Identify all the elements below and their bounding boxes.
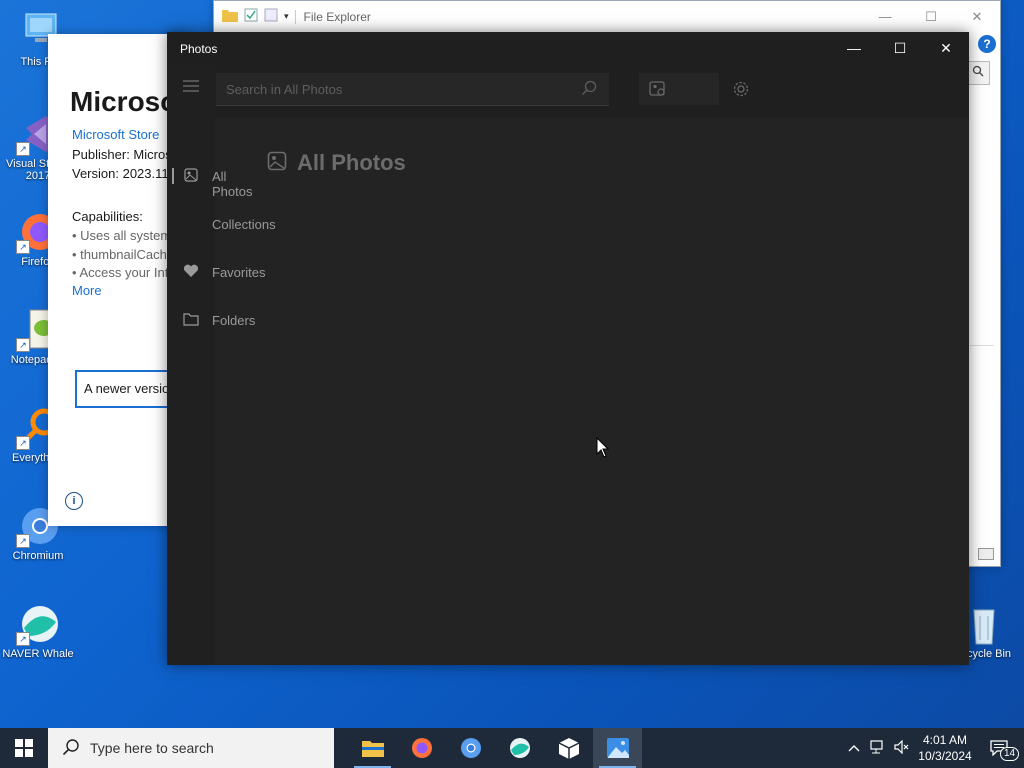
search-icon[interactable] [581, 80, 597, 96]
shortcut-arrow-icon: ↗ [16, 632, 30, 646]
properties-icon[interactable] [244, 8, 258, 25]
close-button[interactable]: ✕ [923, 32, 969, 65]
taskbar-app-package[interactable] [544, 728, 593, 768]
nav-item-label: Favorites [212, 265, 266, 280]
photos-sidebar [167, 65, 215, 665]
nav-item-folders[interactable]: Folders [167, 301, 255, 341]
folder-icon [361, 741, 384, 757]
shortcut-arrow-icon: ↗ [16, 142, 30, 156]
file-explorer-title: File Explorer [303, 9, 371, 24]
version-text: Version: 2023.11 [72, 166, 169, 181]
image-search-button[interactable] [639, 73, 719, 105]
photos-icon [606, 738, 629, 758]
taskbar: Type here to search 4:01 AM 10/3/2024 14 [0, 728, 1024, 768]
nav-item-label: Folders [212, 313, 256, 328]
shortcut-arrow-icon: ↗ [16, 436, 30, 450]
maximize-button[interactable]: ☐ [877, 32, 923, 65]
divider [970, 345, 994, 346]
clock-date: 10/3/2024 [918, 749, 972, 763]
chevron-down-icon[interactable]: ▾ [284, 11, 289, 22]
gear-icon [733, 81, 749, 97]
taskbar-app-chromium[interactable] [446, 728, 495, 768]
volume-muted-icon[interactable] [890, 739, 914, 757]
view-toggle-icon[interactable] [978, 548, 994, 560]
naver-whale-icon: ↗ [16, 602, 60, 646]
chromium-icon [460, 738, 481, 758]
nav-item-label: All Photos [212, 169, 253, 199]
taskbar-app-firefox[interactable] [397, 728, 446, 768]
taskbar-search-placeholder: Type here to search [90, 740, 214, 756]
minimize-button[interactable]: — [831, 32, 877, 65]
firefox-icon [411, 738, 432, 758]
hamburger-icon [183, 80, 199, 92]
folder-icon [222, 8, 238, 25]
taskbar-search-box[interactable]: Type here to search [48, 728, 334, 768]
desktop-icon-label: NAVER Whale [2, 648, 74, 660]
heart-icon [183, 264, 199, 280]
help-icon[interactable]: ? [978, 35, 996, 53]
image-icon [267, 151, 287, 176]
start-button[interactable] [0, 728, 48, 768]
system-tray: 4:01 AM 10/3/2024 14 [842, 728, 1024, 768]
page-title: All Photos [297, 150, 406, 175]
settings-button[interactable] [722, 73, 760, 105]
shortcut-arrow-icon: ↗ [16, 240, 30, 254]
desktop: This PC ↗ Visual Studio 2017 ↗ Firefox ↗… [0, 0, 1024, 728]
search-input[interactable] [216, 73, 578, 105]
image-search-icon [649, 81, 665, 96]
info-icon[interactable]: i [65, 492, 83, 510]
photos-titlebar[interactable]: Photos — ☐ ✕ [167, 32, 969, 65]
chevron-up-icon[interactable] [842, 741, 866, 755]
package-icon [558, 738, 579, 759]
clock-time: 4:01 AM [922, 733, 968, 747]
shortcut-arrow-icon: ↗ [16, 534, 30, 548]
windows-icon [15, 739, 33, 757]
taskbar-app-file-explorer[interactable] [348, 728, 397, 768]
nav-item-label: Collections [212, 217, 276, 232]
photos-content-area [215, 117, 969, 665]
mouse-cursor-icon [596, 436, 610, 464]
taskbar-app-naver-whale[interactable] [495, 728, 544, 768]
folder-icon [183, 312, 199, 328]
naver-whale-icon [509, 738, 530, 758]
page-header: All Photos [267, 150, 406, 176]
hamburger-menu-button[interactable] [183, 79, 201, 95]
search-icon[interactable] [966, 61, 990, 85]
desktop-icon-naver-whale[interactable]: ↗ NAVER Whale [0, 602, 76, 660]
photos-search-box[interactable] [216, 73, 609, 106]
taskbar-app-photos[interactable] [593, 728, 642, 768]
new-folder-icon[interactable] [264, 8, 278, 25]
nav-item-all-photos[interactable]: All Photos [167, 157, 252, 199]
photos-window[interactable]: Photos — ☐ ✕ All Photos Collections Favo… [167, 32, 969, 665]
action-center-button[interactable]: 14 [976, 728, 1024, 768]
capability-item: • thumbnailCache [72, 247, 175, 262]
store-link[interactable]: Microsoft Store [72, 127, 159, 142]
nav-item-favorites[interactable]: Favorites [167, 253, 265, 293]
minimize-button[interactable]: — [862, 1, 908, 32]
capabilities-label: Capabilities: [72, 209, 143, 224]
divider [294, 9, 296, 24]
window-title: Photos [180, 42, 218, 56]
network-icon[interactable] [866, 739, 890, 757]
maximize-button[interactable]: ☐ [908, 1, 954, 32]
clock[interactable]: 4:01 AM 10/3/2024 [914, 732, 976, 764]
more-link[interactable]: More [72, 283, 102, 298]
nav-item-collections[interactable]: Collections [167, 205, 276, 245]
notification-count-badge: 14 [1000, 747, 1020, 761]
search-icon [62, 738, 80, 759]
shortcut-arrow-icon: ↗ [16, 338, 30, 352]
desktop-icon-label: Chromium [12, 550, 64, 562]
image-icon [183, 168, 199, 184]
close-button[interactable]: ✕ [954, 1, 1000, 32]
